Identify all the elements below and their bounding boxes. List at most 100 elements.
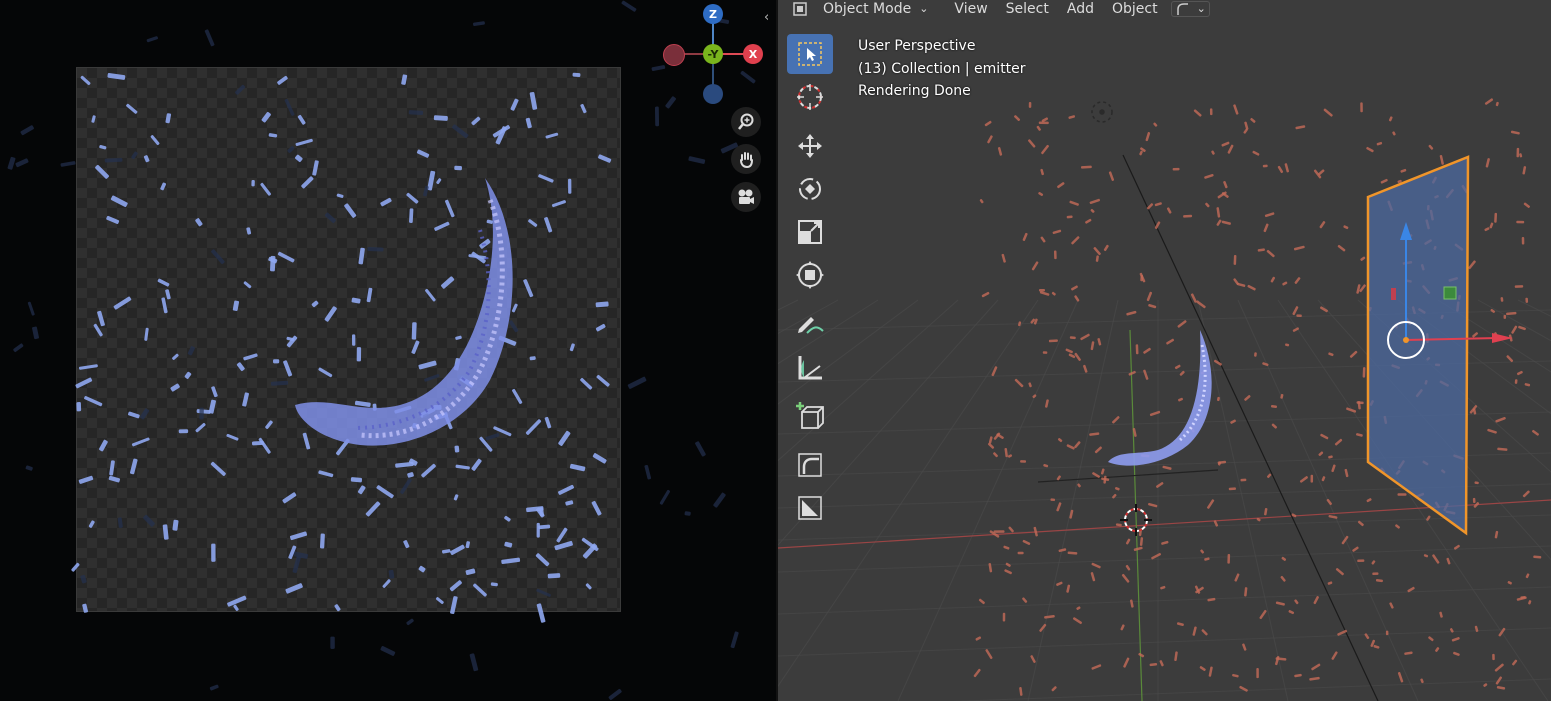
particle [595,301,609,308]
particle [1066,444,1075,450]
particle [312,160,319,176]
particle [357,485,366,495]
3d-viewport[interactable] [778,0,1551,701]
particle [1247,284,1256,291]
particle [1256,667,1259,679]
camera-icon[interactable] [731,182,761,212]
particle [199,407,204,420]
add-cube-tool[interactable] [787,396,833,436]
gizmo-y-axis[interactable]: -Y [703,44,723,64]
transform-orientation-dropdown[interactable]: ⌄ [1170,0,1210,17]
particle [1242,643,1247,651]
viewport-header: Object Mode ⌄ View Select Add Object ⌄ [778,0,1551,17]
particle [1022,539,1031,545]
particle [170,383,180,392]
particle [572,72,581,77]
gizmo-z-axis[interactable]: Z [703,4,723,24]
particle [211,543,216,562]
particle [1066,584,1071,593]
gizmo-neg-z-axis[interactable] [703,84,723,104]
zoom-icon[interactable] [731,107,761,137]
particle [436,178,442,185]
mode-dropdown[interactable]: Object Mode ⌄ [817,1,937,17]
particle [1057,182,1065,189]
particle [1077,483,1081,488]
particle [471,458,482,471]
particle [1484,227,1490,232]
particle [1080,165,1092,169]
particle [1328,514,1338,519]
particle [1004,569,1012,575]
particle [1066,215,1073,219]
rotate-tool[interactable] [787,169,833,209]
particle [408,110,424,116]
particle [1089,432,1100,436]
particle [1069,200,1079,206]
rotate-icon [799,178,821,200]
particle [32,326,39,340]
measure-tool[interactable] [787,347,833,387]
particle [277,75,288,85]
gizmo-x-axis[interactable]: X [743,44,763,64]
mode-label: Object Mode [823,0,912,17]
particle [211,386,218,398]
particle [595,323,606,332]
particle [592,453,607,464]
particle [1264,507,1268,516]
particle [1100,468,1105,475]
particle [1091,664,1102,670]
particle [1207,597,1216,602]
menu-view[interactable]: View [945,1,996,17]
particle [1093,247,1101,256]
particle [1135,344,1139,355]
menu-add[interactable]: Add [1058,1,1103,17]
editor-type-button[interactable] [778,1,817,17]
particle [1022,232,1028,241]
particle [1143,347,1151,354]
particle [1052,229,1062,235]
particle [1313,596,1319,605]
transform-tool[interactable] [787,255,833,295]
particle [538,174,554,183]
extrude-tool[interactable] [787,445,833,485]
particle [365,501,381,517]
scale-tool[interactable] [787,212,833,252]
particle [1453,651,1460,656]
particle [265,420,273,429]
annotate-tool[interactable] [787,304,833,344]
particle [1521,237,1525,245]
image-tool[interactable] [787,488,833,528]
particle [1428,144,1434,150]
particle [1328,352,1334,357]
move-tool[interactable] [787,126,833,166]
particle [1494,530,1499,539]
particle [558,484,574,495]
pan-hand-icon[interactable] [731,144,761,174]
select-box-tool[interactable] [787,34,833,74]
particle [91,115,96,123]
particle [1511,325,1518,334]
particle [293,551,309,559]
particle [1139,272,1146,283]
particle [1128,370,1136,376]
particle [1228,487,1236,491]
particle [1227,144,1234,154]
particle [1519,153,1523,158]
menu-object[interactable]: Object [1103,1,1167,17]
particle [1030,655,1036,663]
particle [282,492,297,504]
particle [78,364,98,370]
particle [471,116,481,126]
particle [1311,663,1321,671]
particle [993,530,1005,533]
gizmo-neg-x-axis[interactable] [663,44,685,66]
particle [1323,108,1333,117]
particle [88,520,95,528]
particle [569,463,586,472]
particle [1439,611,1443,618]
menu-select[interactable]: Select [997,1,1058,17]
particle [1069,336,1076,340]
particle [984,120,992,127]
particle [1516,147,1520,158]
cursor-tool[interactable] [787,77,833,117]
